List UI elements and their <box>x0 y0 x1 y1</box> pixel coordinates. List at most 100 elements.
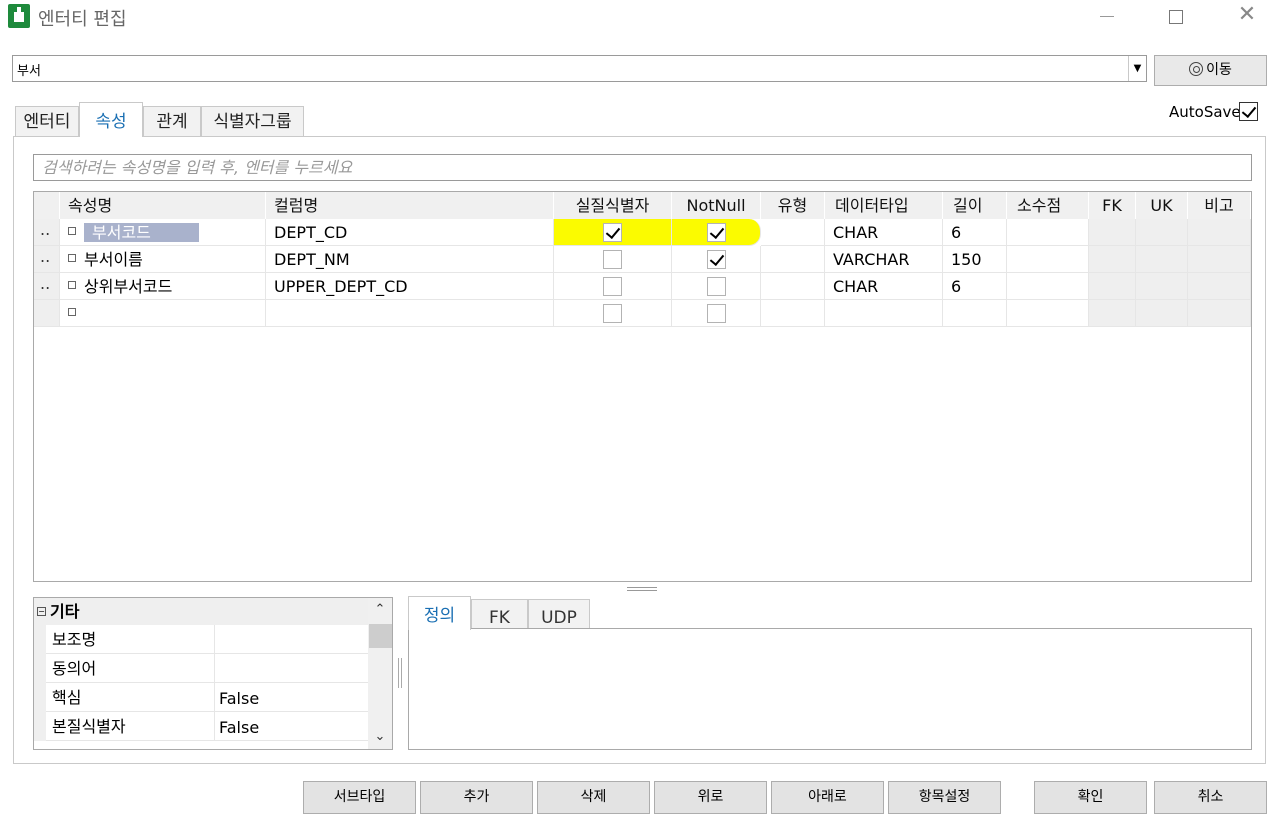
table-row-new[interactable] <box>34 300 1251 327</box>
close-button[interactable]: ✕ <box>1224 0 1270 32</box>
row-checkbox-icon[interactable] <box>68 281 76 289</box>
column-name-cell[interactable]: UPPER_DEPT_CD <box>266 273 554 300</box>
type-cell[interactable] <box>761 246 825 273</box>
column-header-name[interactable]: 속성명 <box>60 192 266 219</box>
length-cell[interactable]: 6 <box>943 273 1007 300</box>
go-button[interactable]: 이동 <box>1154 55 1267 86</box>
column-header-uk[interactable]: UK <box>1136 192 1188 219</box>
column-header-length[interactable]: 길이 <box>943 192 1007 219</box>
type-cell[interactable] <box>761 300 825 327</box>
vertical-splitter-handle[interactable] <box>398 658 402 688</box>
subtype-button[interactable]: 서브타입 <box>303 781 416 814</box>
identifier-cell[interactable] <box>554 246 672 273</box>
row-checkbox-icon[interactable] <box>68 308 76 316</box>
type-cell[interactable] <box>761 219 825 246</box>
column-header-type[interactable]: 유형 <box>761 192 825 219</box>
row-marker[interactable]: .. <box>34 246 60 273</box>
identifier-cell[interactable] <box>554 219 672 246</box>
notnull-cell[interactable] <box>672 273 761 300</box>
attribute-name-cell[interactable] <box>60 300 266 327</box>
column-header-decimal[interactable]: 소수점 <box>1007 192 1089 219</box>
attribute-name-cell[interactable]: 부서이름 <box>60 246 266 273</box>
notnull-checkbox[interactable] <box>706 277 726 296</box>
attribute-name-cell[interactable]: 상위부서코드 <box>60 273 266 300</box>
tab-definition[interactable]: 정의 <box>408 596 471 630</box>
notnull-cell[interactable] <box>672 300 761 327</box>
property-row[interactable]: 핵심 False <box>34 683 368 712</box>
property-row[interactable]: 본질식별자 False <box>34 712 368 741</box>
move-down-button[interactable]: 아래로 <box>771 781 884 814</box>
tab-identifier-group[interactable]: 식별자그룹 <box>201 106 304 136</box>
collapse-icon[interactable]: − <box>37 607 46 616</box>
identifier-cell[interactable] <box>554 273 672 300</box>
column-name-cell[interactable] <box>266 300 554 327</box>
datatype-cell[interactable]: VARCHAR <box>825 246 943 273</box>
identifier-checkbox[interactable] <box>603 304 622 323</box>
row-checkbox-icon[interactable] <box>68 227 76 235</box>
add-button[interactable]: 추가 <box>420 781 533 814</box>
row-checkbox-icon[interactable] <box>68 254 76 262</box>
scroll-up-icon[interactable]: ⌃ <box>368 598 392 622</box>
minimize-button[interactable] <box>1084 0 1130 32</box>
row-marker[interactable] <box>34 300 60 327</box>
delete-button[interactable]: 삭제 <box>537 781 650 814</box>
property-scrollbar[interactable]: ⌃ ⌄ <box>368 598 392 749</box>
datatype-cell[interactable]: CHAR <box>825 273 943 300</box>
column-header-identifier[interactable]: 실질식별자 <box>554 192 672 219</box>
column-header-note[interactable]: 비고 <box>1188 192 1251 219</box>
tab-entity[interactable]: 엔터티 <box>15 106 79 136</box>
column-header-notnull[interactable]: NotNull <box>672 192 761 219</box>
scroll-thumb[interactable] <box>369 624 392 648</box>
decimal-cell[interactable] <box>1007 246 1089 273</box>
property-value[interactable]: False <box>219 683 259 714</box>
attribute-name-cell[interactable]: 부서코드 <box>60 219 266 246</box>
table-row[interactable]: .. 상위부서코드 UPPER_DEPT_CD CHAR 6 <box>34 273 1251 300</box>
tab-fk[interactable]: FK <box>471 599 528 629</box>
autosave-checkbox[interactable] <box>1239 102 1258 121</box>
notnull-checkbox[interactable] <box>706 250 726 269</box>
datatype-cell[interactable]: CHAR <box>825 219 943 246</box>
ok-button[interactable]: 확인 <box>1034 781 1147 814</box>
horizontal-splitter-handle[interactable] <box>627 587 657 591</box>
property-row[interactable]: 보조명 <box>34 625 368 654</box>
decimal-cell[interactable] <box>1007 219 1089 246</box>
length-cell[interactable]: 150 <box>943 246 1007 273</box>
entity-select[interactable]: 부서 ▼ <box>12 55 1147 82</box>
column-header-column[interactable]: 컬럼명 <box>266 192 554 219</box>
definition-textarea[interactable] <box>408 628 1252 750</box>
identifier-checkbox[interactable] <box>603 223 622 242</box>
property-row[interactable]: 동의어 <box>34 654 368 683</box>
identifier-checkbox[interactable] <box>603 277 622 296</box>
move-up-button[interactable]: 위로 <box>654 781 767 814</box>
decimal-cell[interactable] <box>1007 300 1089 327</box>
cancel-button[interactable]: 취소 <box>1154 781 1267 814</box>
notnull-checkbox[interactable] <box>706 304 726 323</box>
column-header-datatype[interactable]: 데이터타입 <box>825 192 943 219</box>
notnull-cell[interactable] <box>672 246 761 273</box>
maximize-button[interactable] <box>1153 0 1199 32</box>
tab-relation[interactable]: 관계 <box>143 106 201 136</box>
table-row[interactable]: .. 부서이름 DEPT_NM VARCHAR 150 <box>34 246 1251 273</box>
tab-attribute[interactable]: 속성 <box>79 102 143 137</box>
datatype-cell[interactable] <box>825 300 943 327</box>
identifier-cell[interactable] <box>554 300 672 327</box>
column-header-fk[interactable]: FK <box>1089 192 1136 219</box>
item-settings-button[interactable]: 항목설정 <box>888 781 1001 814</box>
length-cell[interactable] <box>943 300 1007 327</box>
notnull-checkbox[interactable] <box>706 223 726 242</box>
row-marker[interactable]: .. <box>34 219 60 246</box>
search-input[interactable] <box>33 154 1252 181</box>
row-marker[interactable]: .. <box>34 273 60 300</box>
property-value[interactable]: False <box>219 712 259 743</box>
identifier-checkbox[interactable] <box>603 250 622 269</box>
length-cell[interactable]: 6 <box>943 219 1007 246</box>
property-category[interactable]: − 기타 <box>34 598 368 625</box>
tab-udp[interactable]: UDP <box>528 599 590 629</box>
table-row[interactable]: .. 부서코드 DEPT_CD CHAR 6 <box>34 219 1251 246</box>
column-name-cell[interactable]: DEPT_CD <box>266 219 554 246</box>
notnull-cell[interactable] <box>672 219 761 246</box>
decimal-cell[interactable] <box>1007 273 1089 300</box>
type-cell[interactable] <box>761 273 825 300</box>
dropdown-arrow-icon[interactable]: ▼ <box>1128 56 1146 81</box>
scroll-down-icon[interactable]: ⌄ <box>368 725 392 749</box>
